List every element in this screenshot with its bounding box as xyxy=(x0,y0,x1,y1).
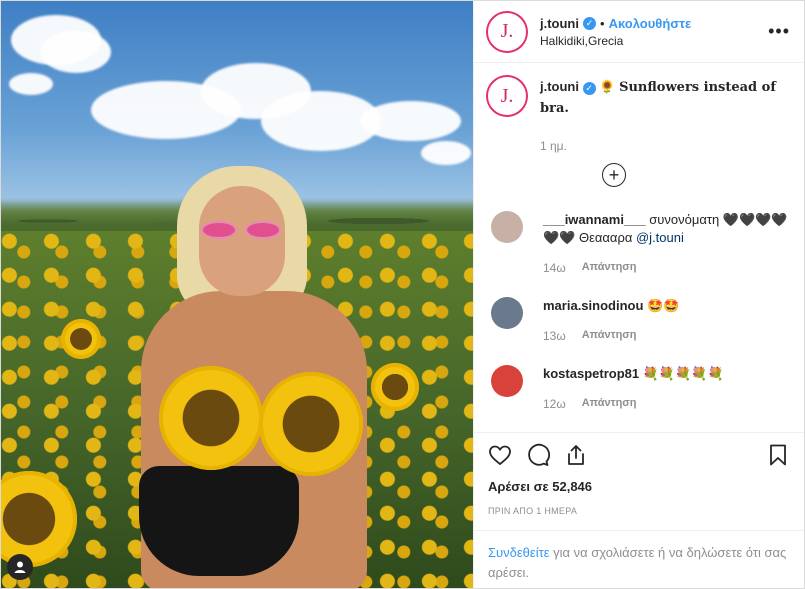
comment-item: maria.sinodinou 🤩🤩 13ω Απάντηση xyxy=(488,297,790,343)
comment-meta: 14ω Απάντηση xyxy=(543,261,790,275)
comment-username[interactable]: ___iwannami___ xyxy=(543,212,646,227)
sunflower xyxy=(61,319,101,359)
person-icon xyxy=(14,561,26,573)
comment-item: kostaspetrop81 💐💐💐💐💐 12ω Απάντηση xyxy=(488,365,790,411)
header-text: j.touni ✓ • Ακολουθήστε Halkidiki,Grecia xyxy=(540,16,768,48)
bookmark-icon[interactable] xyxy=(766,443,790,467)
comment-content: maria.sinodinou 🤩🤩 13ω Απάντηση xyxy=(523,297,679,343)
comment-meta: 13ω Απάντηση xyxy=(543,329,679,343)
caption-avatar[interactable]: J. xyxy=(488,77,526,115)
comment-time[interactable]: 14ω xyxy=(543,261,566,275)
sunflower-left xyxy=(159,366,263,470)
cloud xyxy=(9,73,53,95)
comment-mention[interactable]: @j.touni xyxy=(636,230,684,245)
likes-count[interactable]: Αρέσει σε 52,846 xyxy=(474,479,804,494)
comment-time[interactable]: 12ω xyxy=(543,397,566,411)
verified-badge-icon: ✓ xyxy=(582,82,596,95)
username-link[interactable]: j.touni xyxy=(540,16,579,31)
comment-icon[interactable] xyxy=(526,443,550,467)
post-date[interactable]: ΠΡΙΝ ΑΠΟ 1 ΗΜΕΡΑ xyxy=(474,506,804,516)
sunflower-emoji: 🌻 xyxy=(599,79,616,94)
comment-username[interactable]: kostaspetrop81 xyxy=(543,366,639,381)
more-options-icon[interactable]: ••• xyxy=(768,21,790,42)
comment-avatar[interactable] xyxy=(491,211,523,243)
login-prompt: Συνδεθείτε για να σχολιάσετε ή να δηλώσε… xyxy=(474,530,804,588)
comment-meta: 12ω Απάντηση xyxy=(543,397,724,411)
comment-text: 🤩🤩 xyxy=(647,298,680,313)
lens-right xyxy=(245,221,281,239)
comment-username[interactable]: maria.sinodinou xyxy=(543,298,643,313)
header-username-row: j.touni ✓ • Ακολουθήστε xyxy=(540,16,768,31)
comment-body: ___iwannami___ συνονόματη 🖤🖤🖤🖤🖤🖤 Θεαααρα… xyxy=(543,211,790,247)
comment-item: ___iwannami___ συνονόματη 🖤🖤🖤🖤🖤🖤 Θεαααρα… xyxy=(488,211,790,275)
reply-button[interactable]: Απάντηση xyxy=(582,329,637,343)
post-header: J. j.touni ✓ • Ακολουθήστε Halkidiki,Gre… xyxy=(474,1,804,63)
caption-time[interactable]: 1 ημ. xyxy=(540,139,790,153)
reply-button[interactable]: Απάντηση xyxy=(582,261,637,275)
post-side-panel: J. j.touni ✓ • Ακολουθήστε Halkidiki,Gre… xyxy=(473,1,804,588)
comment-time[interactable]: 13ω xyxy=(543,329,566,343)
face xyxy=(199,186,285,296)
bikini xyxy=(139,466,299,576)
sunflower-right xyxy=(259,372,363,476)
comment-content: kostaspetrop81 💐💐💐💐💐 12ω Απάντηση xyxy=(523,365,724,411)
location-link[interactable]: Halkidiki,Grecia xyxy=(540,34,768,48)
comment-content: ___iwannami___ συνονόματη 🖤🖤🖤🖤🖤🖤 Θεαααρα… xyxy=(523,211,790,275)
follow-button[interactable]: Ακολουθήστε xyxy=(609,16,692,31)
heart-icon[interactable] xyxy=(488,443,512,467)
comments-area[interactable]: J. j.touni ✓ 🌻 Sunflowers instead of bra… xyxy=(474,63,804,432)
verified-badge-icon: ✓ xyxy=(583,16,596,30)
caption-body: j.touni ✓ 🌻 Sunflowers instead of bra. xyxy=(540,77,790,119)
comment-body: maria.sinodinou 🤩🤩 xyxy=(543,297,679,315)
avatar[interactable]: J. xyxy=(488,12,526,51)
cloud xyxy=(421,141,471,165)
pink-sunglasses xyxy=(199,221,285,239)
cloud xyxy=(41,31,111,73)
comment-avatar[interactable] xyxy=(491,365,523,397)
user-tag-icon[interactable] xyxy=(7,554,33,580)
cloud xyxy=(361,101,461,141)
load-more: + xyxy=(488,163,790,187)
action-bar xyxy=(474,432,804,477)
caption-username[interactable]: j.touni xyxy=(540,79,579,94)
instagram-post: J. j.touni ✓ • Ακολουθήστε Halkidiki,Gre… xyxy=(0,0,805,589)
reply-button[interactable]: Απάντηση xyxy=(582,397,637,411)
comment-body: kostaspetrop81 💐💐💐💐💐 xyxy=(543,365,724,383)
comment-text: 💐💐💐💐💐 xyxy=(642,366,724,381)
separator-dot: • xyxy=(600,15,605,31)
caption: J. j.touni ✓ 🌻 Sunflowers instead of bra… xyxy=(488,77,790,119)
woman-figure xyxy=(119,166,381,588)
login-link[interactable]: Συνδεθείτε xyxy=(488,545,550,560)
lens-left xyxy=(201,221,237,239)
load-more-comments-button[interactable]: + xyxy=(602,163,626,187)
post-photo[interactable] xyxy=(1,1,473,588)
share-icon[interactable] xyxy=(564,443,588,467)
comment-avatar[interactable] xyxy=(491,297,523,329)
